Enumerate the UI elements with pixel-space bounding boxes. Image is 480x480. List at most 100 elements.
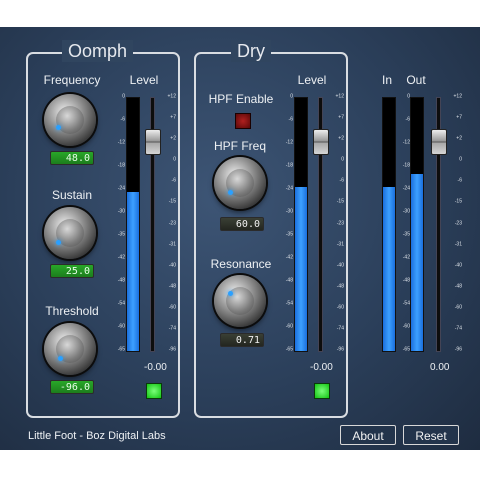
out-label: Out xyxy=(406,73,426,87)
scale-tick-label: -96 xyxy=(168,346,176,353)
scale-tick-label: 0 xyxy=(459,156,462,163)
dry-meter-scale: 0 -6 -12 -18 -24 -30 -35 -42 -48 -54 -60 -65 xyxy=(273,93,293,353)
meter-fill xyxy=(411,173,423,351)
output-meter xyxy=(410,97,424,352)
scale-tick-label: -54 xyxy=(402,300,410,307)
scale-tick-label: 0 xyxy=(122,93,125,100)
scale-tick-label: -60 xyxy=(454,304,462,311)
oomph-title: Oomph xyxy=(62,40,134,62)
scale-tick-label: -42 xyxy=(402,254,410,261)
scale-tick-label: -60 xyxy=(285,323,293,330)
scale-tick-label: -54 xyxy=(117,300,125,307)
hpf-enable-button[interactable] xyxy=(235,113,251,129)
scale-tick-label: +2 xyxy=(338,135,344,142)
scale-tick-label: -15 xyxy=(168,198,176,205)
scale-tick-label: -18 xyxy=(117,162,125,169)
scale-tick-label: -12 xyxy=(117,139,125,146)
oomph-bypass-led[interactable] xyxy=(146,383,162,399)
scale-tick-label: -96 xyxy=(336,346,344,353)
frequency-knob[interactable] xyxy=(44,94,96,146)
scale-tick-label: -60 xyxy=(168,304,176,311)
scale-tick-label: 0 xyxy=(173,156,176,163)
scale-tick-label: +12 xyxy=(335,93,344,100)
oomph-meter-scale: 0 -6 -12 -18 -24 -30 -35 -42 -48 -54 -60 -65 xyxy=(105,93,125,353)
scale-tick-label: -31 xyxy=(336,241,344,248)
dry-level-value: -0.00 xyxy=(310,362,333,373)
scale-tick-label: -18 xyxy=(285,162,293,169)
scale-tick-label: -23 xyxy=(454,220,462,226)
scale-tick-label: +2 xyxy=(456,135,462,142)
scale-tick-label: -54 xyxy=(285,300,293,307)
resonance-display[interactable]: 0.71 xyxy=(220,333,264,347)
scale-tick-label: -65 xyxy=(117,346,125,353)
scale-tick-label: -40 xyxy=(454,262,462,269)
knob-indicator-dot xyxy=(228,291,233,296)
scale-tick-label: -48 xyxy=(336,283,344,290)
resonance-knob[interactable] xyxy=(214,275,266,327)
in-label: In xyxy=(381,73,392,87)
scale-tick-label: -12 xyxy=(285,139,293,146)
scale-tick-label: -48 xyxy=(117,277,125,284)
scale-tick-label: -65 xyxy=(402,346,410,353)
scale-tick-label: -40 xyxy=(168,262,176,269)
scale-tick-label: -60 xyxy=(117,323,125,330)
about-button[interactable]: About xyxy=(340,425,396,445)
knob-indicator-dot xyxy=(58,356,63,361)
scale-tick-label: -24 xyxy=(402,185,410,192)
knob-indicator-dot xyxy=(56,125,61,130)
threshold-display[interactable]: -96.0 xyxy=(50,380,94,394)
scale-tick-label: 0 xyxy=(341,156,344,163)
scale-tick-label: -6 xyxy=(457,177,462,184)
scale-tick-label: -23 xyxy=(168,220,176,226)
dry-bypass-led[interactable] xyxy=(314,383,330,399)
scale-tick-label: -6 xyxy=(288,116,293,123)
scale-tick-label: -31 xyxy=(454,241,462,248)
scale-tick-label: -48 xyxy=(168,283,176,290)
scale-tick-label: -42 xyxy=(117,254,125,261)
scale-tick-label: -74 xyxy=(168,325,176,332)
scale-tick-label: -30 xyxy=(285,208,293,215)
scale-tick-label: -6 xyxy=(120,116,125,123)
scale-tick-label: +2 xyxy=(170,135,176,142)
io-meter-scale: 0 -6 -12 -18 -24 -30 -35 -42 -48 -54 -60 -65 xyxy=(390,94,410,353)
scale-tick-label: -18 xyxy=(402,162,410,169)
scale-tick-label: +7 xyxy=(338,114,344,121)
scale-tick-label: +12 xyxy=(167,93,176,100)
scale-tick-label: +12 xyxy=(453,93,462,100)
scale-tick-label: -12 xyxy=(402,139,410,146)
scale-tick-label: -48 xyxy=(285,277,293,284)
scale-tick-label: 0 xyxy=(290,93,293,100)
scale-tick-label: -65 xyxy=(285,346,293,353)
frequency-display[interactable]: 48.0 xyxy=(50,151,94,165)
output-value: 0.00 xyxy=(430,362,450,373)
threshold-label: Threshold xyxy=(45,304,99,318)
scale-tick-label: +7 xyxy=(456,114,462,121)
dry-level-meter xyxy=(294,97,308,352)
dry-level-label: Level xyxy=(297,73,327,87)
sustain-label: Sustain xyxy=(51,188,93,202)
hpf-freq-display[interactable]: 60.0 xyxy=(220,217,264,231)
hpf-freq-label: HPF Freq xyxy=(213,139,266,153)
scale-tick-label: -23 xyxy=(336,220,344,226)
sustain-knob[interactable] xyxy=(44,207,96,259)
sustain-display[interactable]: 25.0 xyxy=(50,264,94,278)
scale-tick-label: -35 xyxy=(117,231,125,238)
hpf-enable-label: HPF Enable xyxy=(208,92,274,106)
reset-button[interactable]: Reset xyxy=(403,425,459,445)
scale-tick-label: -40 xyxy=(336,262,344,269)
scale-tick-label: -15 xyxy=(454,198,462,205)
scale-tick-label: -24 xyxy=(285,185,293,192)
scale-tick-label: -6 xyxy=(171,177,176,184)
resonance-label: Resonance xyxy=(210,257,272,271)
oomph-level-value: -0.00 xyxy=(144,362,167,373)
scale-tick-label: -42 xyxy=(285,254,293,261)
oomph-level-meter xyxy=(126,97,140,352)
dry-fader-scale: +12 +7 +2 0 -6 -15 -23 -31 -40 -48 -60 -74 -96 xyxy=(326,93,344,353)
hpf-freq-knob[interactable] xyxy=(214,157,266,209)
scale-tick-label: -48 xyxy=(454,283,462,290)
scale-tick-label: -35 xyxy=(285,231,293,238)
threshold-knob[interactable] xyxy=(44,323,96,375)
scale-tick-label: -30 xyxy=(117,208,125,215)
scale-tick-label: -31 xyxy=(168,241,176,248)
meter-fill xyxy=(127,191,139,351)
